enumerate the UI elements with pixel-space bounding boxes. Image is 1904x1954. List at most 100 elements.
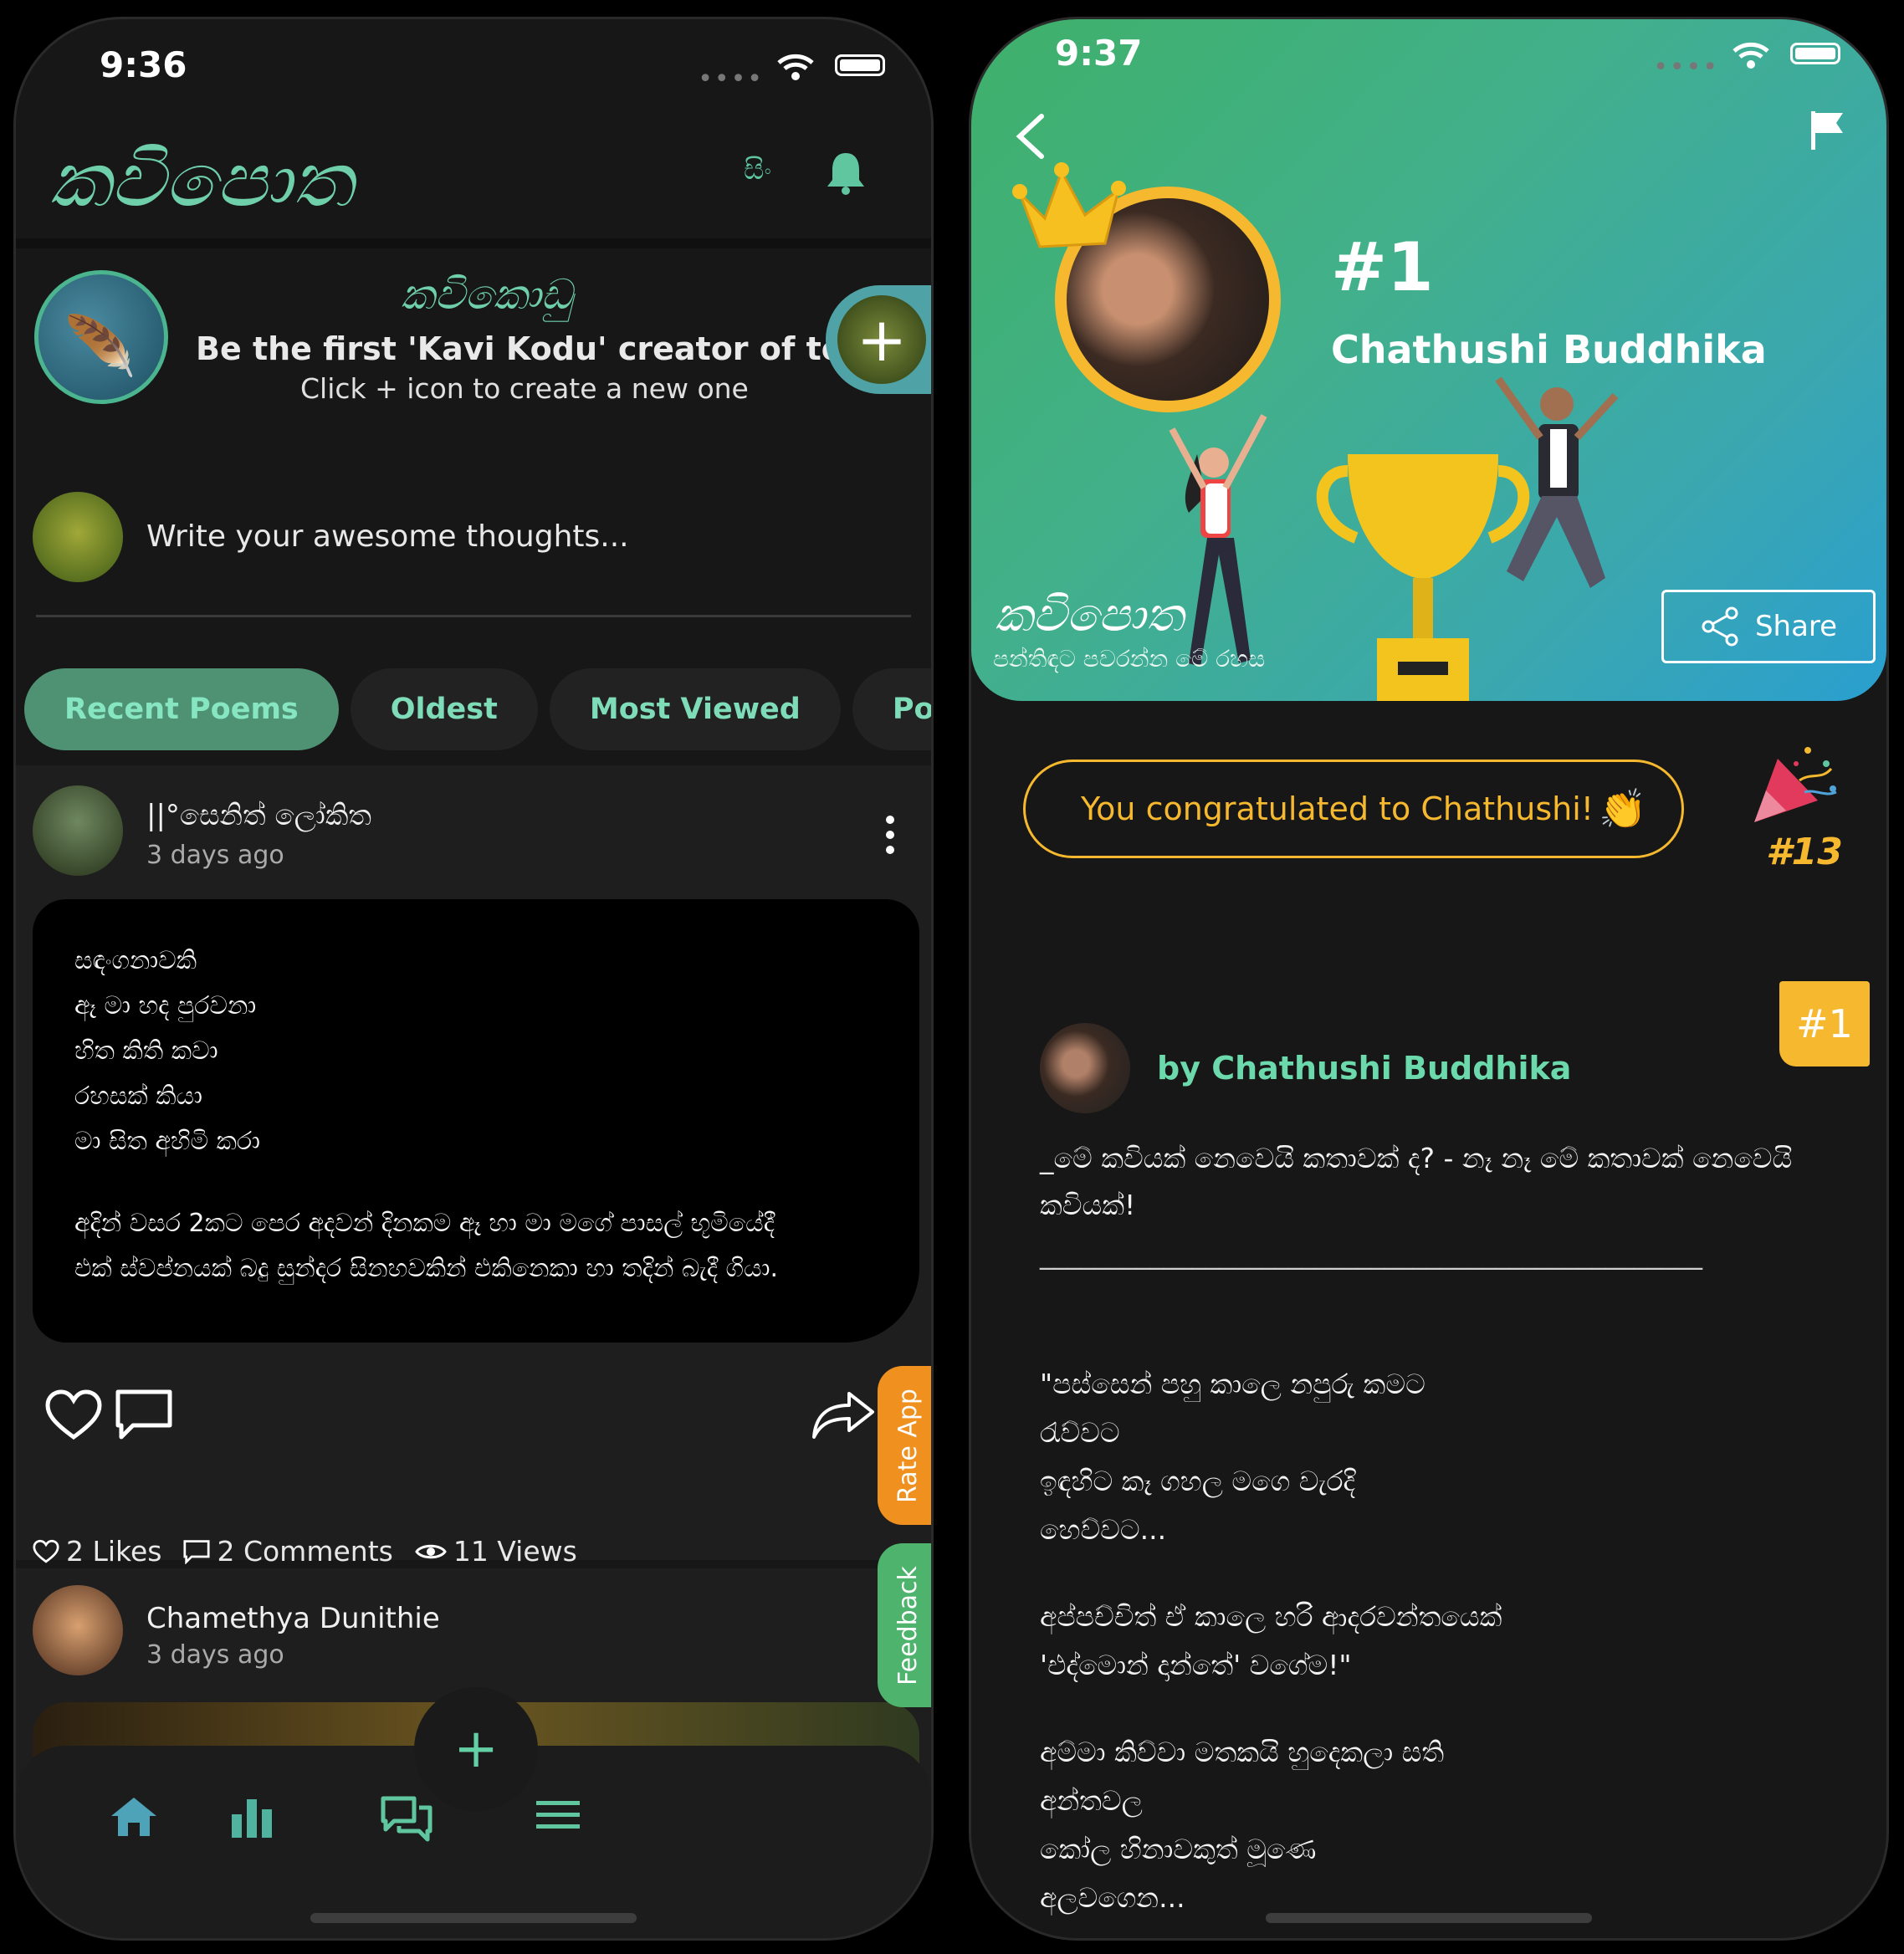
poem-author[interactable]: by Chathushi Buddhika <box>1157 1050 1571 1087</box>
views-stat: 11 Views <box>415 1535 577 1568</box>
tab-recent-poems[interactable]: Recent Poems <box>24 668 339 750</box>
rank-badge: #1 <box>1779 981 1870 1067</box>
language-toggle-button[interactable]: සිං <box>744 153 771 187</box>
leaderboard-icon[interactable] <box>228 1796 277 1839</box>
comments-count: 2 Comments <box>217 1535 393 1568</box>
poem-line: රැව්වට <box>1040 1416 1120 1449</box>
poem-line: ඈ මා හද පුරවනා <box>74 991 257 1020</box>
likes-count: 2 Likes <box>66 1535 162 1568</box>
feedback-label: Feedback <box>893 1565 923 1685</box>
author-avatar[interactable] <box>33 785 123 876</box>
views-count: 11 Views <box>453 1535 577 1568</box>
heart-icon[interactable] <box>44 1389 103 1442</box>
menu-icon[interactable] <box>535 1796 581 1833</box>
poem-line: අලවගෙන... <box>1040 1881 1185 1914</box>
flag-icon[interactable] <box>1808 110 1846 151</box>
poem-filter-tabs: Recent Poems Oldest Most Viewed Poems of… <box>24 668 931 750</box>
congratulate-button[interactable]: You congratulated to Chathushi! 👏 <box>1023 760 1684 858</box>
share-label: Share <box>1754 610 1838 643</box>
share-arrow-icon[interactable] <box>811 1389 876 1442</box>
poem-line: "පස්සෙන් පහු කාලෙ නපුරු කමට <box>1040 1368 1425 1400</box>
create-kavi-kodu-button[interactable]: + <box>826 285 931 394</box>
likes-stat[interactable]: 2 Likes <box>33 1535 161 1568</box>
home-indicator <box>1266 1913 1592 1923</box>
poem-line: අදින් වසර 2කට පෙර අදවන් දිනකම ඈ හා මා මග… <box>74 1209 775 1238</box>
banner-logo: කවිපොත <box>995 588 1184 642</box>
create-post-button[interactable]: + <box>414 1687 538 1811</box>
status-bar: 9:37 •••• <box>971 19 1886 111</box>
eye-icon <box>415 1544 447 1558</box>
poem-line: අම්මා කිව්වා මතකයි හුදෙකලා සති <box>1040 1736 1445 1768</box>
status-time: 9:36 <box>100 44 187 85</box>
poem-line: කෝල හිනාවකුත් මූණෙ <box>1040 1833 1317 1865</box>
author-avatar[interactable] <box>33 1585 123 1675</box>
poem-line: මා සිත අහිමි කරා <box>74 1127 260 1156</box>
kavi-kodu-subtitle: Click + icon to create a new one <box>300 372 749 405</box>
status-time: 9:37 <box>1055 33 1143 74</box>
party-popper-icon <box>1754 747 1837 822</box>
wifi-icon <box>1733 42 1769 69</box>
back-arrow-icon[interactable] <box>1013 113 1047 160</box>
rate-app-label: Rate App <box>893 1388 923 1503</box>
tab-poems-of-the-day[interactable]: Poems of t <box>852 668 931 750</box>
poem-line: සඳංගනාවකි <box>74 946 197 975</box>
post-stats: 2 Likes 2 Comments 11 Views <box>33 1535 577 1568</box>
kavi-kodu-logo: කවිකොඩු <box>401 270 572 319</box>
wifi-icon <box>777 54 814 80</box>
signal-icon: •••• <box>698 64 764 94</box>
poem-line: හෙව්වට... <box>1040 1513 1167 1546</box>
post-author[interactable]: Chamethya Dunithie <box>146 1602 440 1635</box>
poem-body[interactable]: සඳංගනාවකි ඈ මා හද පුරවනා හිත කිති කවා රහ… <box>33 899 919 1343</box>
post-time: 3 days ago <box>146 841 284 870</box>
author-avatar[interactable] <box>1040 1023 1130 1113</box>
more-options-icon[interactable] <box>886 816 894 861</box>
status-bar: 9:36 •••• <box>16 19 931 111</box>
poem-line: රහසක් කියා <box>74 1082 202 1111</box>
app-logo: කවිපොත <box>49 136 353 224</box>
winner-banner: 9:37 •••• #1 Chathushi Buddhika කවිපොත ප… <box>971 19 1886 701</box>
winner-rank: #1 <box>1331 228 1434 306</box>
user-avatar[interactable] <box>33 492 123 582</box>
composer-input[interactable]: Write your awesome thoughts... <box>146 519 629 554</box>
poem-line: _මේ කවියක් නෙවෙයි කතාවක් ද? - නෑ නෑ මේ ක… <box>1040 1142 1793 1174</box>
poem-line: හිත කිති කවා <box>74 1036 218 1066</box>
comment-icon[interactable] <box>115 1389 173 1440</box>
share-icon <box>1702 606 1738 647</box>
poem-line: අන්තවල <box>1040 1784 1143 1817</box>
signal-icon: •••• <box>1653 53 1719 82</box>
poem-divider-line: ________________________________________… <box>1040 1237 1702 1270</box>
post-card: ||°සෙනිත් ලෝකිත 3 days ago සඳංගනාවකි ඈ ම… <box>16 765 931 1568</box>
header-divider <box>16 238 931 248</box>
clapping-hands-icon: 👏 <box>1599 785 1647 831</box>
phone-right-screen: 9:37 •••• #1 Chathushi Buddhika කවිපොත ප… <box>969 17 1889 1941</box>
home-icon[interactable] <box>110 1796 158 1838</box>
bottom-navigation: + <box>16 1687 931 1938</box>
post-author[interactable]: ||°සෙනිත් ලෝකිත <box>146 799 371 832</box>
kavi-kodu-avatar[interactable]: 🪶 <box>34 270 168 404</box>
share-button[interactable]: Share <box>1661 590 1876 663</box>
poem-line: අප්පච්චිත් ඒ කාලෙ හරි ආදරවන්තයෙක් <box>1040 1600 1502 1633</box>
composer-divider <box>36 615 911 617</box>
comment-icon <box>183 1539 211 1564</box>
feedback-button[interactable]: Feedback <box>878 1543 931 1707</box>
congrats-text: You congratulated to Chathushi! <box>1081 790 1594 827</box>
heart-icon <box>33 1539 59 1563</box>
tab-most-viewed[interactable]: Most Viewed <box>549 668 841 750</box>
celebrating-person-right <box>1495 376 1619 588</box>
battery-icon <box>1790 43 1840 64</box>
congrats-rank: #13 <box>1766 831 1843 873</box>
poem-line: 'එද්මොන් දාන්තේ' වගේම!" <box>1040 1649 1352 1681</box>
tab-oldest[interactable]: Oldest <box>350 668 538 750</box>
post-time: 3 days ago <box>146 1640 284 1670</box>
chat-icon[interactable] <box>381 1796 432 1843</box>
kavi-kodu-title: Be the first 'Kavi Kodu' creator of toda… <box>196 330 908 367</box>
poem-line: එක් ස්වප්නයක් බදු සුන්දර සිනහවකින් එකිනෙ… <box>74 1254 778 1283</box>
home-indicator <box>310 1913 637 1923</box>
crown-icon <box>1012 162 1126 248</box>
bell-icon[interactable] <box>826 150 866 195</box>
rate-app-button[interactable]: Rate App <box>878 1366 931 1525</box>
feather-icon: 🪶 <box>64 312 137 381</box>
comments-stat[interactable]: 2 Comments <box>183 1535 393 1568</box>
plus-icon: + <box>837 295 926 384</box>
poem-line: කවියක්! <box>1040 1189 1136 1221</box>
